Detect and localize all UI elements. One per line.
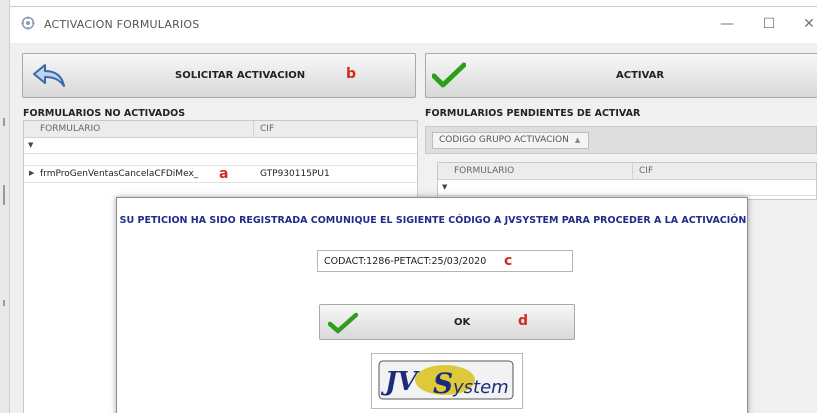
solicitar-activacion-label: SOLICITAR ACTIVACION xyxy=(175,70,306,81)
close-button[interactable]: ✕ xyxy=(798,15,817,33)
svg-text:JV: JV xyxy=(380,367,420,397)
annotation-marker-d: d xyxy=(518,313,529,329)
sort-ascending-icon: ▲ xyxy=(574,136,581,144)
svg-text:S: S xyxy=(433,367,453,400)
window-title: ACTIVACION FORMULARIOS xyxy=(44,18,200,31)
column-header-label: CIF xyxy=(260,124,275,134)
jvsystem-logo: JV S ystem xyxy=(371,353,523,409)
row-pointer-icon: ▶ xyxy=(29,169,35,177)
checkmark-icon xyxy=(432,62,466,88)
filter-row[interactable]: ▼ xyxy=(438,180,816,196)
activation-code-field[interactable]: CODACT:1286-PETACT:25/03/2020 c xyxy=(317,250,573,272)
ok-button[interactable]: OK d xyxy=(319,304,575,340)
dialog-message: SU PETICION HA SIDO REGISTRADA COMUNIQUE… xyxy=(119,215,747,226)
activation-request-dialog: SU PETICION HA SIDO REGISTRADA COMUNIQUE… xyxy=(116,197,748,413)
jvsystem-logo-image: JV S ystem xyxy=(378,360,514,400)
filter-icon: ▼ xyxy=(28,141,34,149)
cell-cif: GTP930115PU1 xyxy=(260,169,330,179)
checkmark-icon xyxy=(328,312,358,334)
group-chip-codigo-grupo[interactable]: CODIGO GRUPO ACTIVACION ▲ xyxy=(432,132,590,149)
table-row[interactable]: ▶ frmProGenVentasCancelaCFDiMex_ a GTP93… xyxy=(24,165,417,183)
title-bar: ACTIVACION FORMULARIOS — ☐ ✕ xyxy=(10,7,817,43)
svg-text:ystem: ystem xyxy=(452,377,509,398)
formularios-pendientes-panel: CODIGO GRUPO ACTIVACION ▲ FORMULARIO CIF … xyxy=(425,120,817,200)
column-header-cif[interactable]: CIF xyxy=(254,121,417,138)
annotation-marker-c: c xyxy=(504,253,513,269)
group-by-bar: CODIGO GRUPO ACTIVACION ▲ xyxy=(425,126,817,154)
column-header-label: FORMULARIO xyxy=(40,124,101,134)
back-arrow-icon xyxy=(33,64,65,87)
filter-row[interactable]: ▼ xyxy=(24,138,417,154)
group-chip-label: CODIGO GRUPO ACTIVACION xyxy=(439,135,569,145)
minimize-button[interactable]: — xyxy=(716,15,738,33)
column-header-label: FORMULARIO xyxy=(454,166,515,176)
column-header-cif[interactable]: CIF xyxy=(633,163,816,180)
formularios-pendientes-title: FORMULARIOS PENDIENTES DE ACTIVAR xyxy=(425,108,641,119)
annotation-marker-a: a xyxy=(219,166,229,182)
ok-label: OK xyxy=(454,317,471,328)
cell-formulario: frmProGenVentasCancelaCFDiMex_ xyxy=(40,169,199,179)
column-header-formulario[interactable]: FORMULARIO xyxy=(24,121,254,138)
maximize-button[interactable]: ☐ xyxy=(758,15,780,33)
app-icon xyxy=(21,16,35,30)
formularios-no-activados-title: FORMULARIOS NO ACTIVADOS xyxy=(23,108,186,119)
activation-code-value: CODACT:1286-PETACT:25/03/2020 xyxy=(324,256,487,267)
background-window-edge xyxy=(0,0,10,413)
activar-button[interactable]: ACTIVAR xyxy=(425,53,817,98)
solicitar-activacion-button[interactable]: SOLICITAR ACTIVACION b xyxy=(22,53,416,98)
annotation-marker-b: b xyxy=(346,66,357,82)
formularios-pendientes-grid: FORMULARIO CIF ▼ xyxy=(437,162,817,200)
activacion-formularios-window: ACTIVACION FORMULARIOS — ☐ ✕ SOLICITAR A… xyxy=(10,6,817,413)
column-header-label: CIF xyxy=(639,166,654,176)
filter-icon: ▼ xyxy=(442,183,448,191)
column-header-formulario[interactable]: FORMULARIO xyxy=(438,163,633,180)
activar-label: ACTIVAR xyxy=(616,70,665,81)
